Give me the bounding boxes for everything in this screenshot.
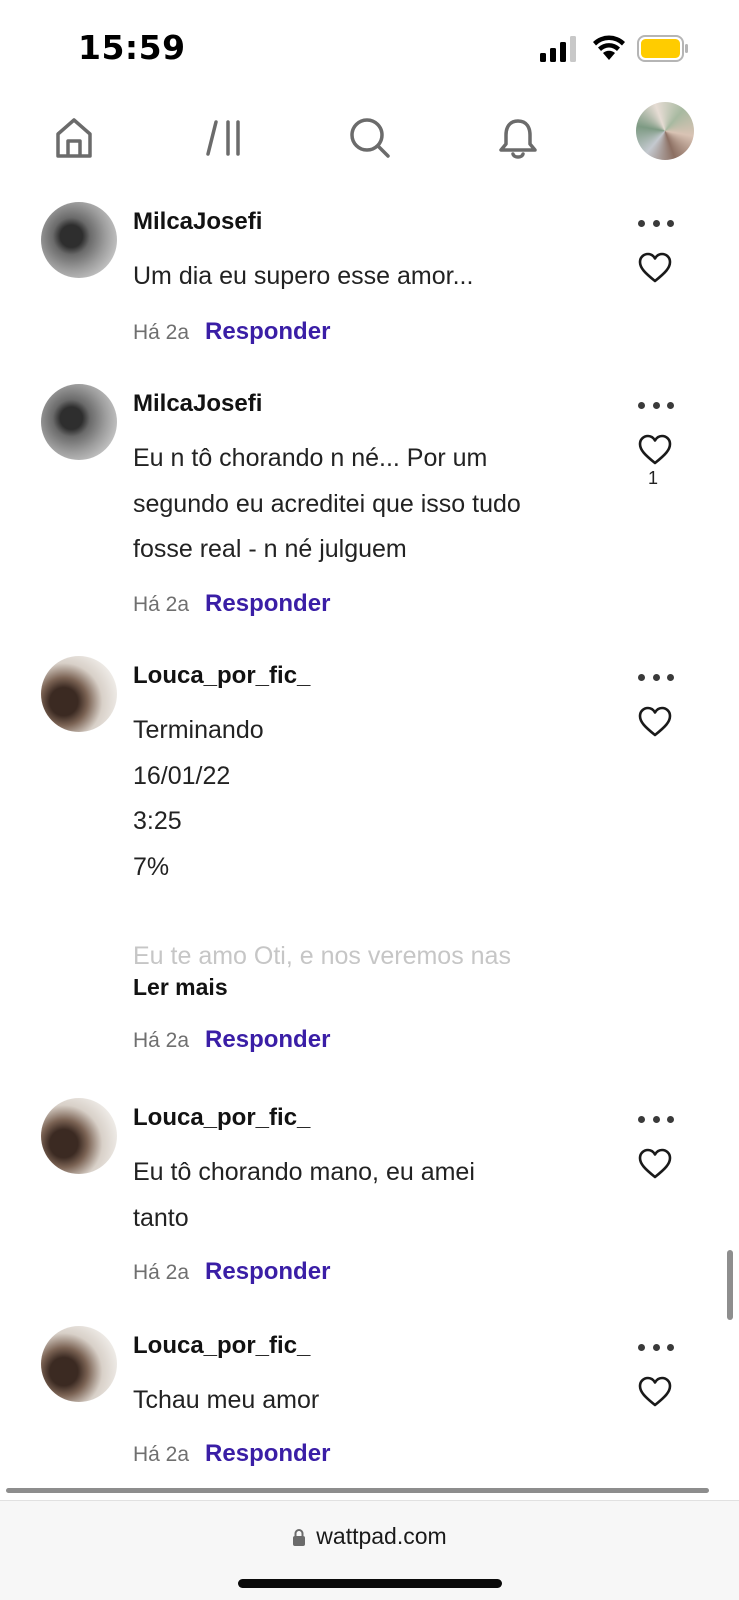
reply-button[interactable]: Responder <box>205 1026 330 1054</box>
comment-text: Tchau meu amor <box>133 1378 573 1424</box>
heart-icon[interactable] <box>638 1376 672 1408</box>
comment-username[interactable]: MilcaJosefi <box>133 390 262 418</box>
comment-line: 7% <box>133 852 170 881</box>
avatar[interactable] <box>41 384 117 460</box>
url-text: wattpad.com <box>316 1523 447 1549</box>
comment-time: Há 2a <box>133 1261 190 1284</box>
address-bar[interactable]: wattpad.com <box>0 1523 739 1550</box>
like-count: 1 <box>648 468 659 488</box>
comment-text: Terminando 16/01/22 3:25 7% <box>133 708 573 890</box>
avatar[interactable] <box>41 1326 117 1402</box>
wifi-icon <box>593 35 625 60</box>
avatar[interactable] <box>41 1098 117 1174</box>
reply-button[interactable]: Responder <box>205 1258 330 1286</box>
top-nav <box>0 96 739 188</box>
comment-line: Terminando <box>133 716 264 744</box>
more-options-icon[interactable] <box>638 1112 674 1126</box>
cellular-signal-icon <box>540 36 576 62</box>
reply-button[interactable]: Responder <box>205 590 330 618</box>
comment-meta: Há 2a Responder <box>133 1440 330 1468</box>
home-indicator[interactable] <box>238 1579 502 1588</box>
library-icon[interactable] <box>196 110 252 166</box>
status-bar: 15:59 <box>0 0 739 96</box>
heart-icon[interactable] <box>638 434 672 466</box>
comment-username[interactable]: Louca_por_fic_ <box>133 1104 310 1132</box>
comment-text: Eu tô chorando mano, eu amei tanto <box>133 1150 573 1241</box>
comment-time: Há 2a <box>133 321 190 344</box>
comments-list: MilcaJosefi Um dia eu supero esse amor..… <box>0 190 739 1490</box>
avatar[interactable] <box>41 656 117 732</box>
lock-icon <box>293 1528 306 1546</box>
comment-line: Eu n tô chorando n né... Por um <box>133 444 488 472</box>
comment-line: 3:25 <box>133 807 182 835</box>
comment-line: Um dia eu supero esse amor... <box>133 262 474 290</box>
comment-username[interactable]: Louca_por_fic_ <box>133 662 310 690</box>
comment-line: tanto <box>133 1203 189 1232</box>
search-icon[interactable] <box>342 110 398 166</box>
comment-text: Um dia eu supero esse amor... <box>133 254 573 300</box>
comment-line: Tchau meu amor <box>133 1386 320 1414</box>
read-more-link[interactable]: Ler mais <box>133 974 228 1001</box>
comment-time: Há 2a <box>133 1029 190 1052</box>
comment-meta: Há 2a Responder <box>133 1258 330 1286</box>
comment-username[interactable]: MilcaJosefi <box>133 208 262 236</box>
comment-meta: Há 2a Responder <box>133 318 330 346</box>
more-options-icon[interactable] <box>638 670 674 684</box>
comment-line: 16/01/22 <box>133 761 231 790</box>
battery-icon <box>637 35 688 62</box>
comment-text: Eu n tô chorando n né... Por um segundo … <box>133 436 573 573</box>
scrollbar[interactable] <box>727 1250 733 1320</box>
more-options-icon[interactable] <box>638 1340 674 1354</box>
heart-icon[interactable] <box>638 706 672 738</box>
status-time: 15:59 <box>78 28 186 67</box>
heart-icon[interactable] <box>638 252 672 284</box>
divider <box>6 1488 709 1493</box>
more-options-icon[interactable] <box>638 216 674 230</box>
reply-button[interactable]: Responder <box>205 1440 330 1468</box>
home-icon[interactable] <box>46 110 102 166</box>
bell-icon[interactable] <box>490 110 546 166</box>
comment-time: Há 2a <box>133 1443 190 1466</box>
reply-button[interactable]: Responder <box>205 318 330 346</box>
comment-line: segundo eu acreditei que isso tudo <box>133 489 521 518</box>
comment-line: Eu tô chorando mano, eu amei <box>133 1158 475 1186</box>
comment-time: Há 2a <box>133 593 190 616</box>
browser-bottom-bar: wattpad.com <box>0 1500 739 1600</box>
avatar[interactable] <box>41 202 117 278</box>
heart-icon[interactable] <box>638 1148 672 1180</box>
comment-line: fosse real - n né julguem <box>133 535 407 563</box>
more-options-icon[interactable] <box>638 398 674 412</box>
comment-username[interactable]: Louca_por_fic_ <box>133 1332 310 1360</box>
comment-meta: Há 2a Responder <box>133 1026 330 1054</box>
truncated-text: Eu te amo Oti, e nos veremos nas <box>133 942 511 970</box>
comment-meta: Há 2a Responder <box>133 590 330 618</box>
profile-avatar[interactable] <box>636 102 694 160</box>
